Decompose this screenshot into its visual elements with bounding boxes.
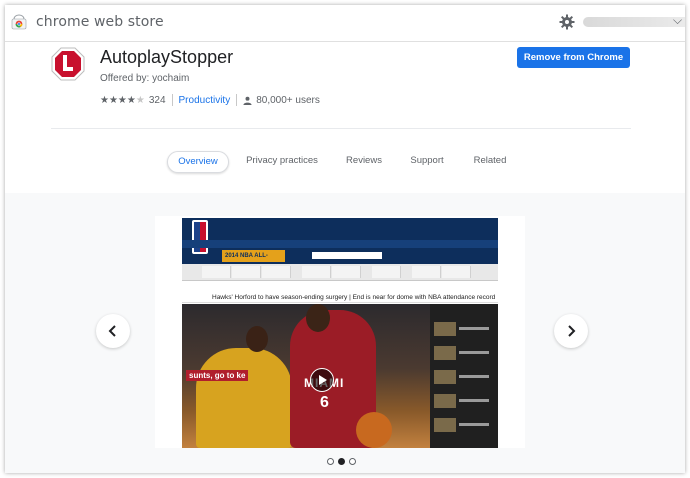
tab-privacy-practices[interactable]: Privacy practices — [241, 151, 323, 171]
divider — [236, 94, 238, 106]
remove-from-chrome-button[interactable]: Remove from Chrome — [517, 47, 630, 68]
autoplaystopper-icon — [51, 47, 85, 81]
player-figure — [196, 348, 292, 448]
allstar-banner: 2014 NBA ALL-STARS — [222, 250, 285, 271]
tab-reviews[interactable]: Reviews — [339, 151, 389, 171]
video-playlist — [430, 304, 498, 448]
tab-overview[interactable]: Overview — [167, 151, 229, 173]
user-count: 80,000+ users — [256, 94, 320, 106]
previous-slide-button[interactable] — [96, 314, 130, 348]
video-overlay-text: sunts, go to ke — [186, 370, 249, 381]
nba-logo — [192, 220, 208, 254]
store-title[interactable]: chrome web store — [36, 14, 164, 30]
extension-meta: ★★★★★ 324 Productivity 80,000+ users — [100, 93, 320, 107]
player-head — [246, 326, 268, 352]
user-icon — [243, 96, 252, 105]
chrome-web-store-logo-icon[interactable] — [11, 14, 27, 30]
extension-title: AutoplayStopper — [100, 47, 234, 67]
scores-strip — [182, 264, 498, 281]
slide-dot[interactable] — [327, 458, 334, 465]
slide-dot[interactable] — [349, 458, 356, 465]
tab-related[interactable]: Related — [466, 151, 514, 171]
store-header: chrome web store ⌵ — [5, 5, 685, 42]
news-headline: Hawks' Horford to have season-ending sur… — [182, 293, 498, 303]
slide-indicators — [327, 458, 356, 465]
next-slide-button[interactable] — [554, 314, 588, 348]
browser-window: chrome web store ⌵ AutoplayStopper Offer… — [5, 5, 685, 473]
screenshot-slide: 2014 NBA ALL-STARS Hawks' Horford to hav… — [155, 216, 525, 448]
tab-support[interactable]: Support — [403, 151, 451, 171]
rating-count[interactable]: 324 — [149, 95, 166, 106]
chevron-down-icon[interactable]: ⌵ — [673, 13, 682, 28]
account-email-blurred[interactable] — [583, 17, 685, 27]
screenshot-gallery: 2014 NBA ALL-STARS Hawks' Horford to hav… — [5, 193, 685, 473]
basketball — [356, 412, 392, 448]
divider — [171, 94, 173, 106]
player-head — [306, 304, 330, 332]
header-divider — [51, 128, 631, 129]
detail-tabs: Overview Privacy practices Reviews Suppo… — [5, 151, 685, 173]
nba-header: 2014 NBA ALL-STARS — [182, 218, 498, 271]
nba-website-screenshot: 2014 NBA ALL-STARS Hawks' Horford to hav… — [182, 218, 498, 448]
nba-nav-bar — [182, 240, 498, 248]
gear-icon[interactable] — [559, 14, 575, 30]
play-icon — [310, 368, 334, 392]
slide-dot-active[interactable] — [338, 458, 345, 465]
category-link[interactable]: Productivity — [179, 95, 231, 106]
jersey-number: 6 — [320, 394, 329, 411]
rating-stars[interactable]: ★★★★★ — [100, 95, 145, 106]
chevron-left-icon — [108, 325, 116, 337]
video-player: MIAMI 6 sunts, go to ke — [182, 304, 430, 448]
chevron-right-icon — [568, 325, 576, 337]
nba-search-box — [312, 252, 382, 259]
offered-by: Offered by: yochaim — [100, 73, 190, 84]
